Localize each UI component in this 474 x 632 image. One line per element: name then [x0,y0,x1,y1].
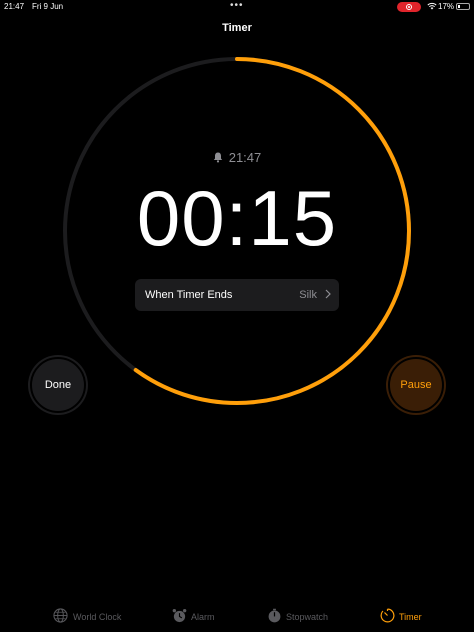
status-bar: 21:47 Fri 9 Jun ••• 17% [0,0,474,14]
tab-world-clock[interactable]: World Clock [53,608,123,626]
end-time: 21:47 [0,150,474,165]
tab-alarm[interactable]: Alarm [172,608,218,626]
pause-button[interactable]: Pause [386,355,446,415]
status-time: 21:47 [4,2,25,11]
when-timer-ends-label: When Timer Ends [145,289,233,301]
done-button[interactable]: Done [28,355,88,415]
timer-icon [380,608,395,623]
when-timer-ends-row[interactable]: When Timer Ends Silk [135,279,339,311]
countdown-display: 00:15 [136,174,338,262]
globe-icon [53,608,68,623]
status-date: Fri 9 Jun [32,2,64,11]
tab-bar: World Clock Alarm Stopwatch Timer [0,600,474,632]
multitasking-dots-icon[interactable]: ••• [230,0,244,11]
tab-label: Timer [399,612,422,622]
tab-stopwatch[interactable]: Stopwatch [267,608,331,626]
battery-percentage: 17% [438,2,455,11]
done-button-label: Done [44,379,72,391]
tab-label: Alarm [191,612,215,622]
screen-recording-icon[interactable] [397,2,421,12]
battery-icon [456,3,470,10]
alarm-icon [172,608,187,623]
bell-icon [213,152,222,163]
tab-label: World Clock [73,612,122,622]
end-time-label: 21:47 [228,150,262,165]
tab-timer[interactable]: Timer [380,608,424,626]
tab-label: Stopwatch [286,612,329,622]
chevron-right-icon [325,289,331,299]
sound-value: Silk [299,289,317,301]
wifi-icon [427,2,437,10]
stopwatch-icon [268,608,281,623]
pause-button-label: Pause [400,379,432,391]
page-title: Timer [222,22,252,34]
